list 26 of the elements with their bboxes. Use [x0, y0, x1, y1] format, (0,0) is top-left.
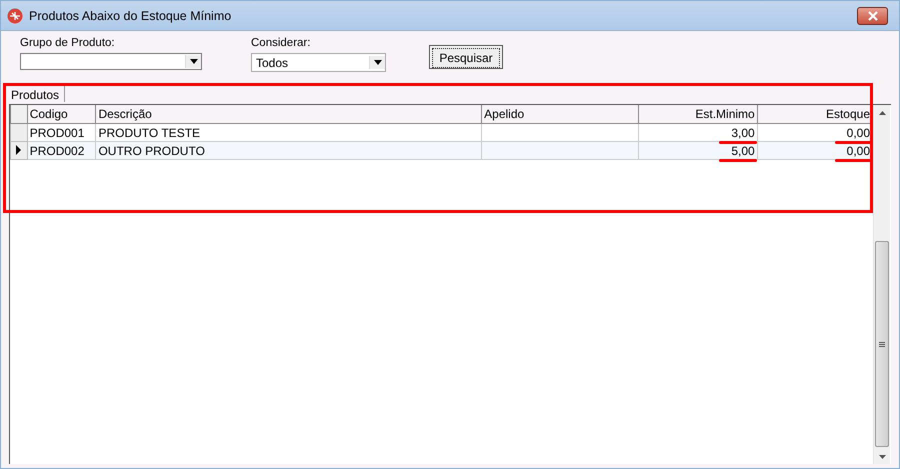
search-button[interactable]: Pesquisar	[429, 45, 503, 69]
table-cell: 5,00	[638, 142, 758, 160]
scroll-up-icon	[878, 111, 886, 115]
field-label: Considerar:	[251, 37, 312, 51]
scroll-down-icon	[878, 455, 886, 459]
row-indicator[interactable]	[10, 142, 28, 160]
column-header[interactable]: Est.Minimo	[638, 105, 758, 124]
column-header[interactable]: Descrição	[96, 105, 482, 124]
scroll-thumb[interactable]	[875, 241, 889, 447]
current-row-icon	[16, 144, 22, 154]
vertical-scrollbar[interactable]	[873, 105, 890, 464]
app-logo-icon	[7, 8, 23, 24]
field-label: Grupo de Produto:	[20, 37, 116, 51]
column-header[interactable]: Estoque	[757, 105, 872, 124]
column-header[interactable]: Apelido	[482, 105, 639, 124]
dropdown-arrow-icon	[374, 60, 382, 65]
dropdown-field[interactable]: Todos	[251, 53, 386, 72]
window-title: Produtos Abaixo do Estoque Mínimo	[29, 8, 232, 22]
table-cell: PROD002	[27, 142, 96, 160]
dropdown-arrow-icon	[190, 59, 198, 64]
close-button[interactable]	[857, 6, 888, 24]
column-header[interactable]: Codigo	[27, 105, 96, 124]
close-icon	[866, 10, 878, 20]
dropdown-field[interactable]	[20, 53, 202, 70]
row-indicator-header	[10, 105, 28, 124]
table-cell: OUTRO PRODUTO	[96, 142, 482, 160]
